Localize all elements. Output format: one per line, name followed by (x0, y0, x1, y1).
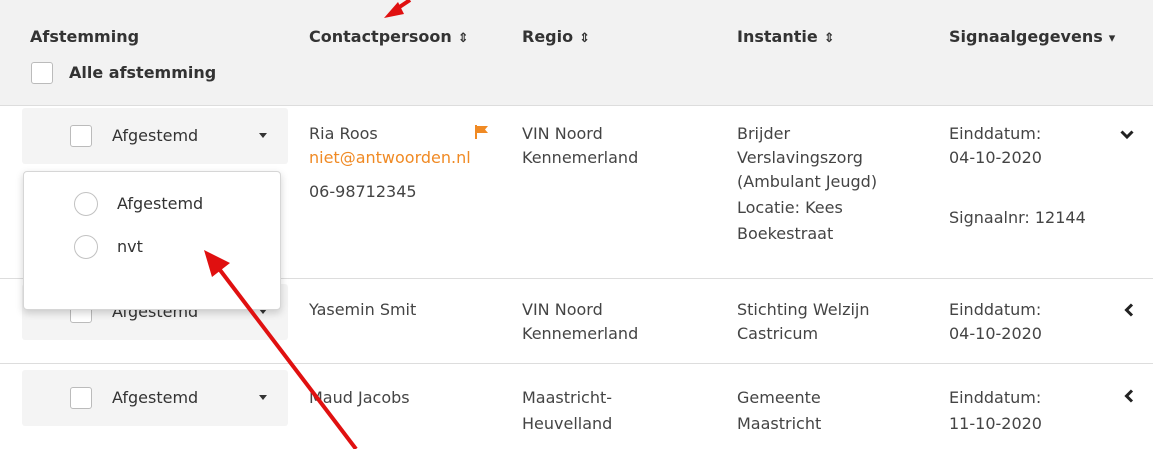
annotation-arrow-top (384, 0, 412, 18)
annotation-arrow-bottom (204, 250, 358, 449)
annotation-arrows (204, 0, 412, 449)
